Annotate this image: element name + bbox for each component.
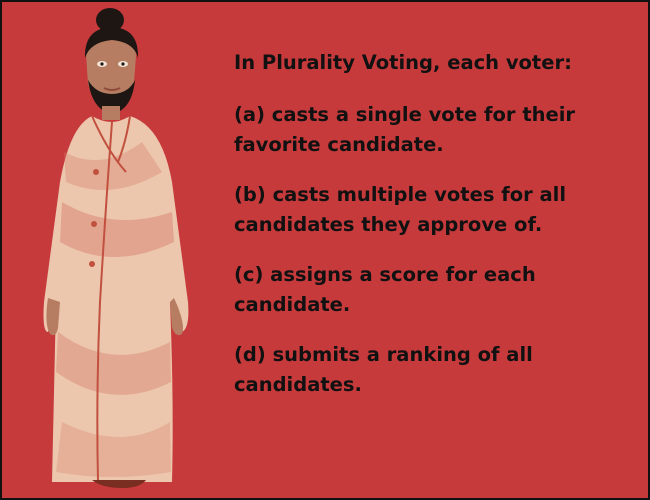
- shoes: [92, 480, 146, 488]
- question-panel: In Plurality Voting, each voter: (a) cas…: [234, 48, 634, 420]
- robe-button: [91, 221, 97, 227]
- robe-button: [89, 261, 95, 267]
- robe-button: [93, 169, 99, 175]
- card-frame: In Plurality Voting, each voter: (a) cas…: [0, 0, 650, 500]
- question-title: In Plurality Voting, each voter:: [234, 51, 572, 74]
- option-b: (b) casts multiple votes for all candida…: [234, 183, 567, 236]
- man-in-robe-illustration: [43, 8, 189, 488]
- option-d: (d) submits a ranking of all candidates.: [234, 343, 533, 396]
- option-a: (a) casts a single vote for their favori…: [234, 103, 576, 156]
- option-c: (c) assigns a score for each candidate.: [234, 263, 536, 316]
